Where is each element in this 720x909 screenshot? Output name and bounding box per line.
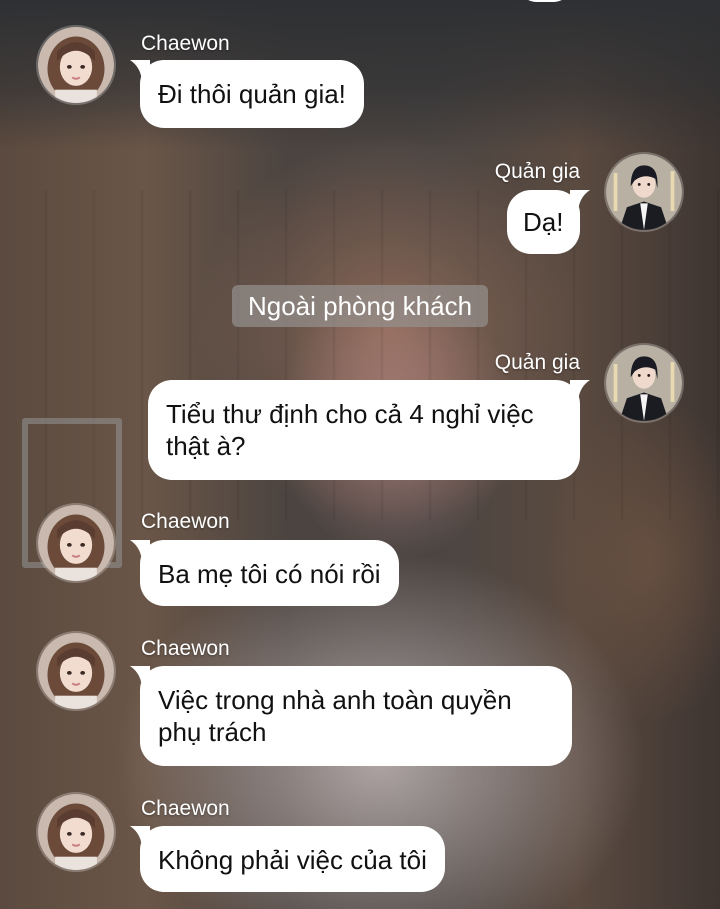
sender-name: Quản gia (494, 160, 580, 183)
message-text: Không phải việc của tôi (158, 845, 427, 875)
bubble-tail (130, 60, 150, 84)
avatar-butler[interactable] (604, 152, 684, 232)
avatar-chaewon-image (38, 794, 114, 870)
bubble-tail (570, 380, 590, 404)
message-bubble[interactable]: Không phải việc của tôi (130, 826, 445, 892)
avatar-butler-image (606, 345, 682, 421)
message-text: Ba mẹ tôi có nói rồi (158, 559, 381, 589)
message-text: Dạ! (523, 207, 564, 237)
sender-name: Quản gia (494, 351, 580, 374)
sender-name: Chaewon (141, 637, 230, 660)
message-bubble[interactable]: Việc trong nhà anh toàn quyền phụ trách (130, 666, 572, 766)
sender-name: Chaewon (141, 32, 230, 55)
avatar-chaewon[interactable] (36, 792, 116, 872)
avatar-chaewon[interactable] (36, 631, 116, 711)
message-bubble[interactable]: Tiểu thư định cho cả 4 nghỉ việc thật à? (148, 380, 590, 480)
message-text-line: thật à? (166, 431, 246, 461)
avatar-butler[interactable] (604, 343, 684, 423)
avatar-chaewon-image (38, 27, 114, 103)
message-text: Đi thôi quản gia! (158, 79, 346, 109)
message-bubble[interactable]: Đi thôi quản gia! (130, 60, 364, 128)
message-text-line: Việc trong nhà anh toàn quyền (158, 685, 512, 715)
avatar-butler-image (606, 154, 682, 230)
location-notice: Ngoài phòng khách (232, 285, 488, 327)
message-text-line: Tiểu thư định cho cả 4 nghỉ việc (166, 399, 534, 429)
bubble-tail (570, 190, 590, 214)
sender-name: Chaewon (141, 797, 230, 820)
avatar-chaewon[interactable] (36, 503, 116, 583)
message-text-line: phụ trách (158, 717, 267, 747)
message-bubble[interactable]: Ba mẹ tôi có nói rồi (130, 540, 399, 606)
bubble-tail (130, 666, 150, 690)
avatar-chaewon-image (38, 505, 114, 581)
bubble-tail (130, 826, 150, 850)
sender-name: Chaewon (141, 510, 230, 533)
bubble-tail (130, 540, 150, 564)
avatar-chaewon[interactable] (36, 25, 116, 105)
message-bubble[interactable]: Dạ! (507, 190, 590, 254)
avatar-chaewon-image (38, 633, 114, 709)
